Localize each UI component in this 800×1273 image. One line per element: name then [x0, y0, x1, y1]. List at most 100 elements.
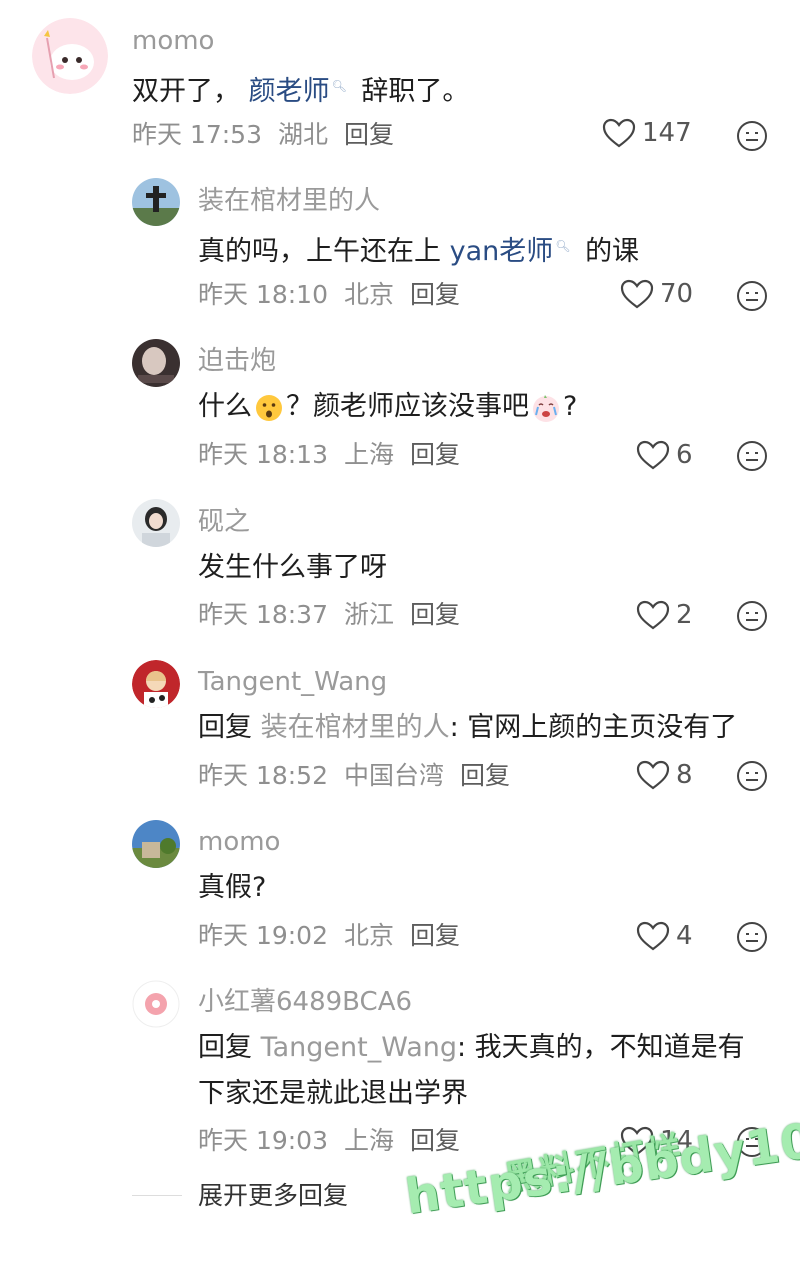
reply-meta: 昨天 18:13 上海 回复 [198, 439, 476, 471]
reply-time: 昨天 18:52 [198, 761, 328, 790]
reply-text: 真假? [198, 872, 267, 903]
emoji-react-button[interactable] [736, 120, 768, 152]
heart-outline-icon [602, 118, 636, 148]
like-count: 4 [676, 921, 693, 951]
avatar[interactable] [132, 820, 180, 868]
reply-text: 发生什么事了呀 [198, 552, 387, 583]
avatar[interactable] [132, 499, 180, 547]
emoji-react-button[interactable] [736, 921, 768, 953]
reply-to-username[interactable]: 装在棺材里的人 [261, 712, 450, 743]
reply-to-username[interactable]: Tangent_Wang [261, 1032, 457, 1063]
reply-text-part: : 我天真的，不知道是有 [457, 1032, 745, 1063]
crying-face-emoji [531, 393, 561, 423]
reply-text-part: ？颜老师应该没事吧 [286, 391, 529, 422]
emoji-face-icon [737, 601, 767, 631]
heart-outline-icon [636, 760, 670, 790]
reply-text: 回复 Tangent_Wang: 我天真的，不知道是有 [198, 1025, 745, 1071]
reply-location: 北京 [344, 280, 395, 309]
reply-time: 昨天 18:10 [198, 280, 328, 309]
reply-username[interactable]: 装在棺材里的人 [198, 185, 380, 217]
reply-text-part: 什么 [198, 391, 252, 422]
comment-meta: 昨天 17:53 湖北 回复 [132, 119, 410, 151]
expand-divider [132, 1195, 182, 1196]
heart-outline-icon [620, 279, 654, 309]
reply-text-part: : 官网上颜的主页没有了 [449, 712, 738, 743]
heart-outline-icon [636, 600, 670, 630]
reply-time: 昨天 18:37 [198, 600, 328, 629]
emoji-face-icon [737, 761, 767, 791]
reply-meta: 昨天 19:02 北京 回复 [198, 920, 476, 952]
reply-username[interactable]: 小红薯6489BCA6 [198, 986, 412, 1018]
reply-button[interactable]: 回复 [460, 761, 510, 790]
reply-text: 回复 装在棺材里的人: 官网上颜的主页没有了 [198, 705, 737, 751]
like-button[interactable]: 6 [636, 440, 693, 470]
emoji-react-button[interactable] [736, 280, 768, 312]
avatar[interactable] [132, 178, 180, 226]
emoji-face-icon [737, 121, 767, 151]
emoji-face-icon [737, 441, 767, 471]
heart-outline-icon [636, 921, 670, 951]
like-count: 8 [676, 760, 693, 790]
reply-text: 什么 ？颜老师应该没事吧? [198, 384, 577, 430]
reply-meta: 昨天 19:03 上海 回复 [198, 1125, 476, 1157]
reply-username[interactable]: momo [198, 826, 280, 858]
reply-button[interactable]: 回复 [410, 600, 460, 629]
avatar[interactable] [32, 18, 108, 94]
like-button[interactable]: 2 [636, 600, 693, 630]
reply-text-part: 真的吗，上午还在上 [198, 236, 441, 267]
reply-text-part: ? [563, 391, 578, 422]
reply-meta: 昨天 18:37 浙江 回复 [198, 599, 476, 631]
reply-location: 北京 [344, 921, 395, 950]
reply-location: 上海 [344, 440, 395, 469]
comment-time: 昨天 17:53 [132, 120, 262, 149]
reply-location: 中国台湾 [344, 761, 445, 790]
topic-link[interactable]: 颜老师 [249, 76, 330, 107]
reply-time: 昨天 19:03 [198, 1126, 328, 1155]
comment-text: 双开了， 颜老师 🔍︎ 辞职了。 [132, 63, 469, 115]
comment-text-part: 双开了， [132, 76, 240, 107]
like-button[interactable]: 70 [620, 279, 693, 309]
avatar[interactable] [132, 980, 180, 1028]
reply-text-part: 的课 [585, 236, 640, 267]
like-button[interactable]: 4 [636, 921, 693, 951]
search-icon: 🔍︎ [331, 79, 347, 93]
reply-text: 真的吗，上午还在上 yan老师 🔍︎ 的课 [198, 223, 639, 275]
expand-more-replies-button[interactable]: 展开更多回复 [198, 1180, 348, 1212]
emoji-react-button[interactable] [736, 600, 768, 632]
reply-text-line2: 下家还是就此退出学界 [198, 1078, 468, 1109]
reply-location: 上海 [344, 1126, 395, 1155]
like-button[interactable]: 8 [636, 760, 693, 790]
avatar[interactable] [132, 339, 180, 387]
reply-username[interactable]: 迫击炮 [198, 345, 276, 377]
like-count: 70 [660, 279, 694, 309]
reply-button[interactable]: 回复 [410, 440, 460, 469]
topic-link[interactable]: yan老师 [450, 236, 554, 267]
reply-button[interactable]: 回复 [344, 120, 394, 149]
reply-prefix: 回复 [198, 1032, 252, 1063]
search-icon: 🔍︎ [555, 239, 571, 253]
emoji-react-button[interactable] [736, 440, 768, 472]
reply-button[interactable]: 回复 [410, 1126, 460, 1155]
like-button[interactable]: 147 [602, 118, 692, 148]
reply-username[interactable]: Tangent_Wang [198, 666, 387, 698]
emoji-react-button[interactable] [736, 760, 768, 792]
emoji-face-icon [737, 922, 767, 952]
comment-username[interactable]: momo [132, 25, 214, 57]
avatar[interactable] [132, 660, 180, 708]
worried-face-emoji [254, 393, 284, 423]
reply-username[interactable]: 砚之 [198, 506, 250, 538]
reply-meta: 昨天 18:52 中国台湾 回复 [198, 760, 526, 792]
comment-location: 湖北 [278, 120, 329, 149]
heart-outline-icon [636, 440, 670, 470]
comment-text-part: 辞职了。 [361, 76, 470, 107]
reply-location: 浙江 [344, 600, 395, 629]
like-count: 2 [676, 600, 693, 630]
emoji-face-icon [737, 281, 767, 311]
reply-time: 昨天 19:02 [198, 921, 328, 950]
reply-time: 昨天 18:13 [198, 440, 328, 469]
like-count: 6 [676, 440, 693, 470]
reply-prefix: 回复 [198, 712, 252, 743]
reply-button[interactable]: 回复 [410, 280, 460, 309]
reply-button[interactable]: 回复 [410, 921, 460, 950]
like-count: 147 [642, 118, 692, 148]
